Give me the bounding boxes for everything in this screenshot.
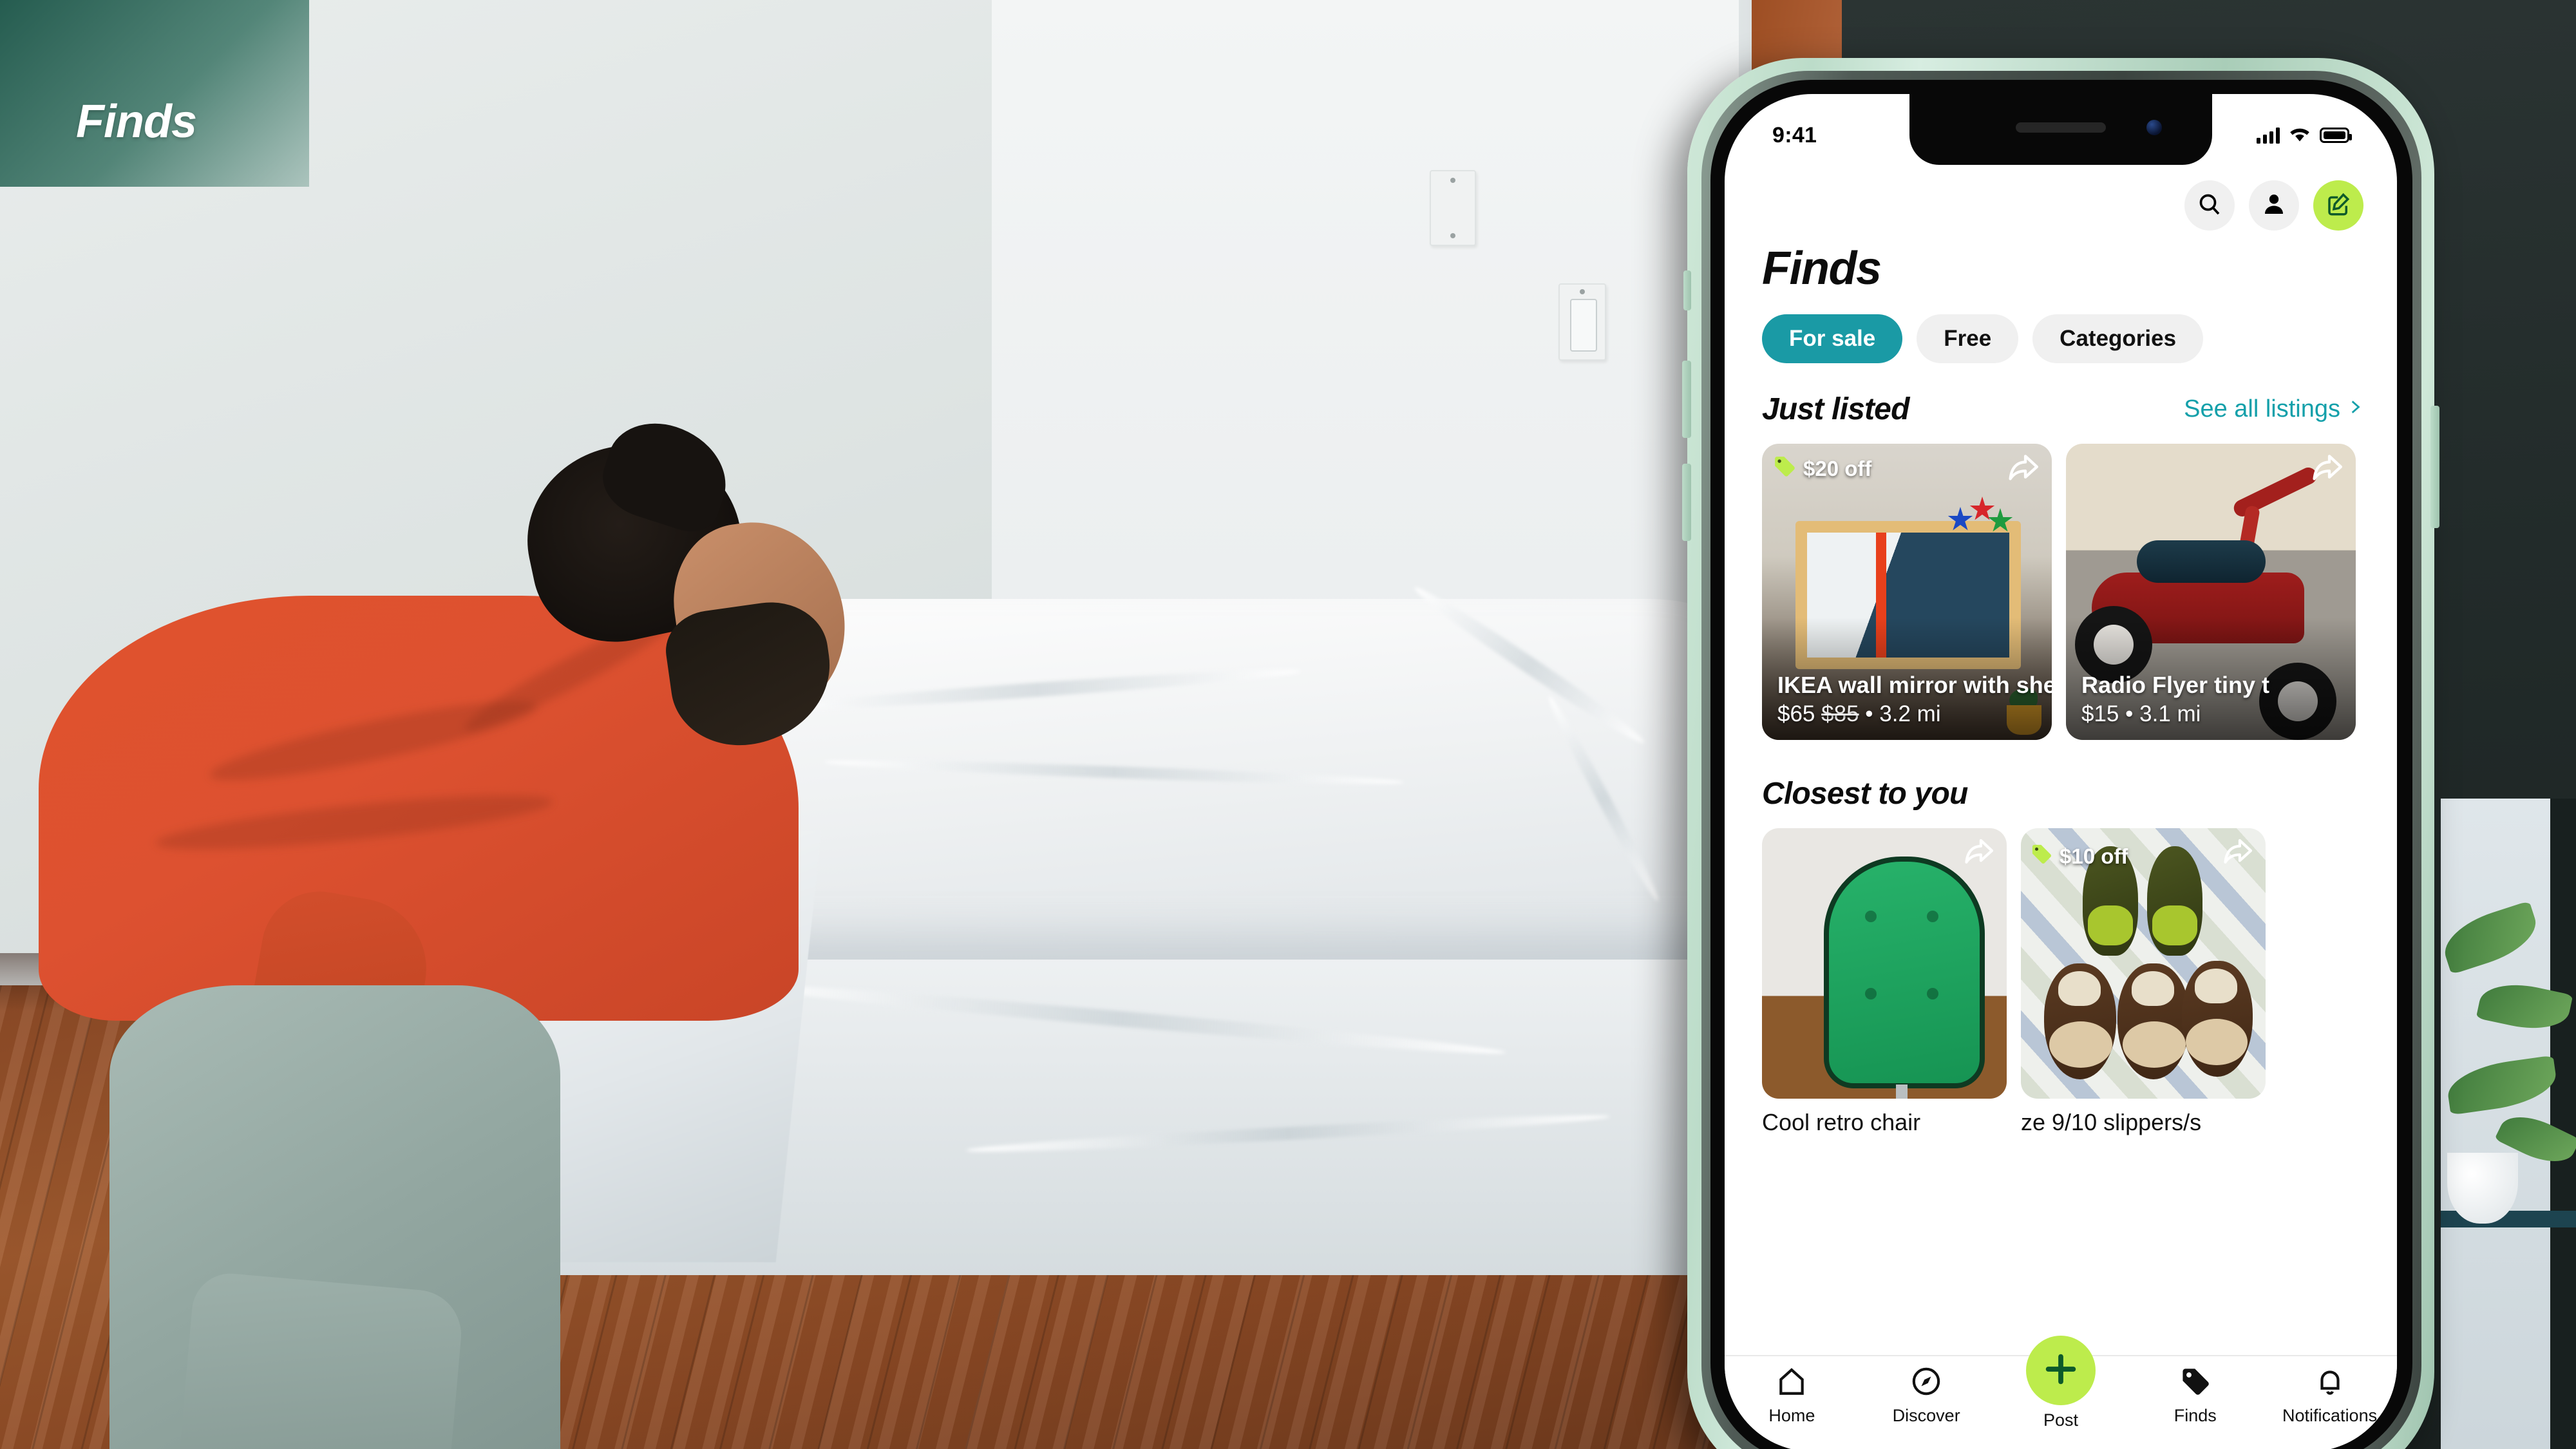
power-button[interactable] <box>2430 406 2439 528</box>
share-button[interactable] <box>2007 453 2040 487</box>
notch <box>1909 94 2212 165</box>
discount-badge-label: $20 off <box>1803 457 1872 480</box>
filter-pill-categories[interactable]: Categories <box>2032 314 2204 363</box>
listing-title: IKEA wall mirror with shelf <box>1777 672 2052 699</box>
listing-separator: • <box>2125 701 2134 726</box>
app-scroll-area[interactable]: Finds For sale Free Categories Just list… <box>1725 165 2397 1355</box>
discount-badge: $20 off <box>1772 454 1871 484</box>
share-button[interactable] <box>2222 837 2254 870</box>
person-icon <box>2261 191 2287 220</box>
tab-label: Post <box>2043 1410 2078 1430</box>
wall-outlet-plate <box>1430 170 1476 246</box>
tab-notifications[interactable]: Notifications <box>2276 1365 2384 1426</box>
listing-separator: • <box>1865 701 1873 726</box>
discount-badge: $10 off <box>2030 842 2128 871</box>
listing-title: ze 9/10 slippers/s <box>2021 1109 2202 1135</box>
phone-mockup: 9:41 Finds For sale Free Categories Just… <box>1682 58 2439 1449</box>
phone-screen: 9:41 Finds For sale Free Categories Just… <box>1725 94 2397 1449</box>
compass-icon <box>1910 1365 1942 1401</box>
tab-label: Finds <box>2174 1406 2217 1425</box>
listing-price: $15 <box>2081 701 2119 726</box>
compose-pencil-icon <box>2325 191 2352 221</box>
tab-discover[interactable]: Discover <box>1872 1365 1980 1426</box>
volume-down-button[interactable] <box>1682 464 1691 541</box>
listing-meta: Radio Flyer tiny t $15 • 3.1 mi <box>2081 672 2344 728</box>
filter-pills: For sale Free Categories <box>1725 295 2397 363</box>
mute-switch[interactable] <box>1683 270 1691 310</box>
tab-label: Discover <box>1892 1406 1960 1425</box>
tab-label: Notifications <box>2282 1406 2378 1425</box>
listing-title: Cool retro chair <box>1762 1109 1921 1135</box>
section-title: Closest to you <box>1762 777 1968 811</box>
wifi-icon <box>2289 126 2311 146</box>
tab-post[interactable]: Post <box>2007 1336 2115 1430</box>
section-header-closest-to-you: Closest to you <box>1725 740 2397 811</box>
tab-label: Home <box>1768 1406 1815 1425</box>
screenshot-root: Finds 9:41 Finds For sale Free Categorie… <box>0 0 2576 1449</box>
listing-meta: IKEA wall mirror with shelf $65 $85 • 3.… <box>1777 672 2052 729</box>
app-top-actions <box>1725 165 2397 231</box>
share-button[interactable] <box>1963 837 1995 870</box>
section-title: Just listed <box>1762 392 1909 426</box>
person-moving-couch <box>39 410 857 1449</box>
see-all-listings-link[interactable]: See all listings <box>2184 395 2363 423</box>
filter-pill-free[interactable]: Free <box>1917 314 2019 363</box>
closest-to-you-titles: Cool retro chair ze 9/10 slippers/s <box>1725 1099 2397 1136</box>
status-time: 9:41 <box>1772 122 1817 147</box>
price-tag-icon <box>2030 842 2053 871</box>
home-icon <box>1776 1365 1808 1401</box>
profile-button[interactable] <box>2249 180 2299 231</box>
bottom-tab-bar: Home Discover Post Finds Notifications <box>1725 1336 2397 1449</box>
listing-distance: 3.1 mi <box>2139 701 2201 726</box>
see-all-listings-label: See all listings <box>2184 395 2340 422</box>
brand-overlay <box>0 0 309 187</box>
listing-card[interactable]: $10 off <box>2021 828 2266 1099</box>
section-header-just-listed: Just listed See all listings <box>1725 363 2397 427</box>
cellular-bars-icon <box>2257 127 2280 144</box>
tab-home[interactable]: Home <box>1738 1365 1846 1426</box>
filter-pill-for-sale[interactable]: For sale <box>1762 314 1903 363</box>
volume-up-button[interactable] <box>1682 361 1691 438</box>
bell-icon <box>2314 1365 2346 1401</box>
listing-title: Radio Flyer tiny t <box>2081 672 2270 699</box>
listing-price-line: $15 • 3.1 mi <box>2081 699 2344 729</box>
just-listed-card-row[interactable]: $20 off IKEA wall mirror with shelf $65 … <box>1725 427 2397 740</box>
listing-price-line: $65 $85 • 3.2 mi <box>1777 699 2040 729</box>
listing-distance: 3.2 mi <box>1879 701 1941 726</box>
finds-app: Finds For sale Free Categories Just list… <box>1725 94 2397 1449</box>
compose-button[interactable] <box>2313 180 2363 231</box>
listing-card[interactable]: $20 off IKEA wall mirror with shelf $65 … <box>1762 444 2052 740</box>
tab-finds[interactable]: Finds <box>2141 1365 2249 1426</box>
discount-badge-label: $10 off <box>2060 844 2128 868</box>
price-tag-icon <box>1772 454 1797 484</box>
tag-icon <box>2179 1365 2211 1401</box>
page-title: Finds <box>1762 243 1882 294</box>
chevron-right-icon <box>2347 395 2363 423</box>
right-dark-post <box>2550 799 2576 1449</box>
plus-icon <box>2041 1349 2081 1392</box>
front-camera-icon <box>2146 120 2162 135</box>
earpiece-speaker <box>2016 122 2106 133</box>
search-icon <box>2197 191 2222 220</box>
listing-price: $65 <box>1777 701 1815 726</box>
listing-card[interactable] <box>1762 828 2007 1099</box>
closest-to-you-card-row[interactable]: $10 off <box>1725 811 2397 1099</box>
brand-wordmark: Finds <box>76 96 197 147</box>
listing-card[interactable]: Radio Flyer tiny t $15 • 3.1 mi <box>2066 444 2356 740</box>
light-switch-plate <box>1558 283 1606 361</box>
search-button[interactable] <box>2184 180 2235 231</box>
share-button[interactable] <box>2311 453 2344 487</box>
post-fab-button[interactable] <box>2025 1336 2096 1405</box>
battery-full-icon <box>2320 128 2352 143</box>
listing-original-price: $85 <box>1821 701 1859 726</box>
